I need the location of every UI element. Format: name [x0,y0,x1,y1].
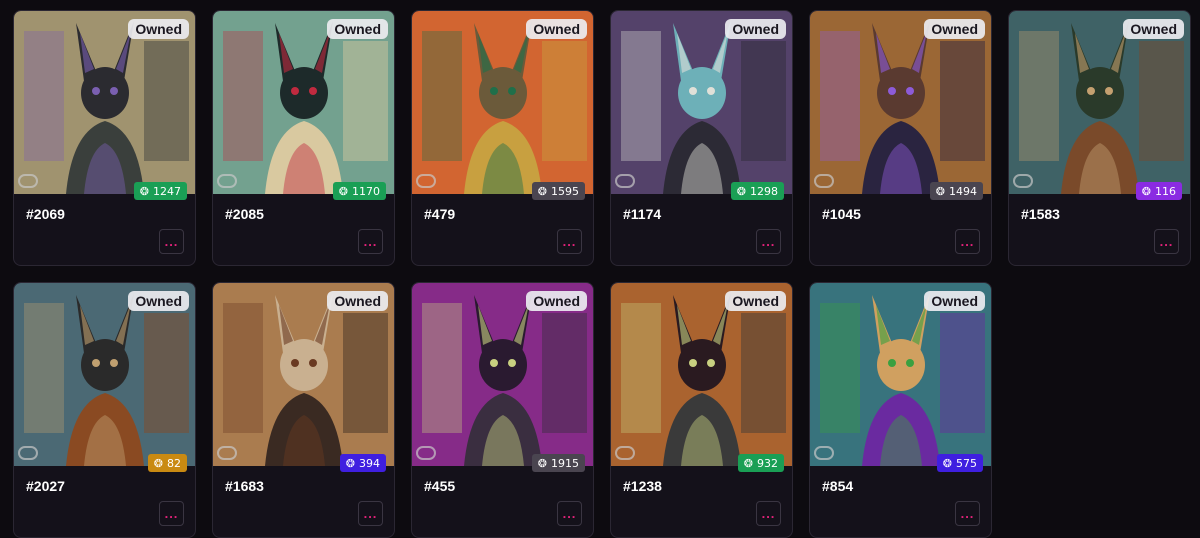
trophy-icon: ❂ [935,184,945,198]
trophy-icon: ❂ [338,184,348,198]
nft-card[interactable]: Owned ❂ 932 #1238... [610,282,793,538]
rank-value: 1494 [949,184,977,198]
more-options-button[interactable]: ... [358,501,383,526]
brass-knuckle-icon [18,446,38,460]
owned-badge: Owned [327,291,388,311]
rarity-rank-badge: ❂ 82 [147,454,187,472]
nft-card[interactable]: Owned ❂ 1170 #2085... [212,10,395,266]
owned-badge: Owned [924,291,985,311]
nft-title: #2027 [26,478,65,494]
more-options-button[interactable]: ... [756,501,781,526]
rank-value: 82 [167,456,181,470]
rank-value: 394 [359,456,380,470]
nft-title: #854 [822,478,854,494]
owned-badge: Owned [128,291,189,311]
more-options-button[interactable]: ... [358,229,383,254]
rank-value: 1298 [750,184,778,198]
nft-title: #479 [424,206,456,222]
nft-card[interactable]: Owned ❂ 1595 #479... [411,10,594,266]
brass-knuckle-icon [615,446,635,460]
nft-card[interactable]: Owned ❂ 394 #1683... [212,282,395,538]
owned-badge: Owned [128,19,189,39]
more-options-button[interactable]: ... [955,229,980,254]
rank-value: 1595 [551,184,579,198]
rarity-rank-badge: ❂ 1247 [133,182,187,200]
owned-badge: Owned [526,291,587,311]
brass-knuckle-icon [814,174,834,188]
nft-card[interactable]: Owned ❂ 82 #2027... [13,282,196,538]
rank-value: 1247 [153,184,181,198]
more-options-button[interactable]: ... [756,229,781,254]
trophy-icon: ❂ [942,456,952,470]
brass-knuckle-icon [1013,174,1033,188]
rank-value: 1170 [352,184,380,198]
rank-value: 116 [1155,184,1176,198]
owned-badge: Owned [924,19,985,39]
more-options-button[interactable]: ... [557,229,582,254]
owned-badge: Owned [327,19,388,39]
nft-title: #1583 [1021,206,1060,222]
owned-badge: Owned [725,19,786,39]
rarity-rank-badge: ❂ 1298 [730,182,784,200]
nft-title: #455 [424,478,456,494]
nft-title: #2085 [225,206,264,222]
more-options-button[interactable]: ... [1154,229,1179,254]
trophy-icon: ❂ [537,184,547,198]
trophy-icon: ❂ [139,184,149,198]
trophy-icon: ❂ [537,456,547,470]
more-options-button[interactable]: ... [159,501,184,526]
nft-title: #1174 [623,206,662,222]
brass-knuckle-icon [416,174,436,188]
nft-title: #1238 [623,478,662,494]
owned-badge: Owned [1123,19,1184,39]
trophy-icon: ❂ [345,456,355,470]
more-options-button[interactable]: ... [159,229,184,254]
more-options-button[interactable]: ... [557,501,582,526]
nft-card[interactable]: Owned ❂ 116 #1583... [1008,10,1191,266]
nft-title: #1045 [822,206,861,222]
rarity-rank-badge: ❂ 575 [936,454,983,472]
rank-value: 575 [956,456,977,470]
trophy-icon: ❂ [153,456,163,470]
nft-card[interactable]: Owned ❂ 1298 #1174... [610,10,793,266]
rank-value: 1915 [551,456,579,470]
owned-badge: Owned [725,291,786,311]
more-options-button[interactable]: ... [955,501,980,526]
nft-card[interactable]: Owned ❂ 1494 #1045... [809,10,992,266]
nft-card[interactable]: Owned ❂ 1915 #455... [411,282,594,538]
rarity-rank-badge: ❂ 1915 [531,454,585,472]
rank-value: 932 [757,456,778,470]
rarity-rank-badge: ❂ 116 [1135,182,1182,200]
trophy-icon: ❂ [743,456,753,470]
brass-knuckle-icon [217,174,237,188]
brass-knuckle-icon [416,446,436,460]
rarity-rank-badge: ❂ 932 [737,454,784,472]
nft-card[interactable]: Owned ❂ 1247 #2069... [13,10,196,266]
brass-knuckle-icon [18,174,38,188]
nft-card[interactable]: Owned ❂ 575 #854... [809,282,992,538]
nft-title: #2069 [26,206,65,222]
owned-badge: Owned [526,19,587,39]
nft-title: #1683 [225,478,264,494]
rarity-rank-badge: ❂ 1595 [531,182,585,200]
brass-knuckle-icon [814,446,834,460]
brass-knuckle-icon [217,446,237,460]
trophy-icon: ❂ [1141,184,1151,198]
rarity-rank-badge: ❂ 394 [339,454,386,472]
trophy-icon: ❂ [736,184,746,198]
brass-knuckle-icon [615,174,635,188]
rarity-rank-badge: ❂ 1494 [929,182,983,200]
rarity-rank-badge: ❂ 1170 [332,182,386,200]
